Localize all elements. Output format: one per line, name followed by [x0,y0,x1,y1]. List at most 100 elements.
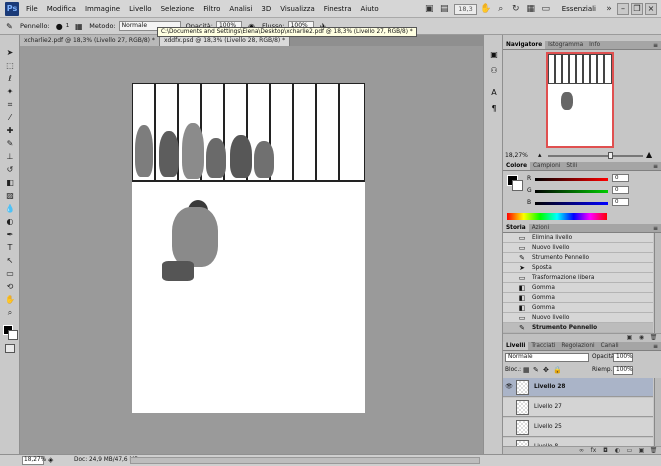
canvas-area[interactable] [20,46,483,454]
menu-immagine[interactable]: Immagine [85,5,120,13]
menu-filtro[interactable]: Filtro [203,5,220,13]
eye-icon[interactable]: 👁 [505,383,513,391]
hand-tool-icon[interactable]: ✋ [4,294,16,305]
tab-stili[interactable]: Stili [563,162,580,170]
workspace-select[interactable]: Essenziali [558,3,600,15]
tab-canali[interactable]: Canali [598,342,622,350]
tab-campioni[interactable]: Campioni [530,162,563,170]
navigator-slider-thumb[interactable] [608,152,613,159]
lock-pixels-icon[interactable]: ✎ [533,366,539,374]
history-item-current[interactable]: ✎ Strumento Pennello [503,323,653,333]
menu-analisi[interactable]: Analisi [229,5,252,13]
brush-tool-icon[interactable]: ✎ [4,138,16,149]
history-item[interactable]: ➤ Sposta [503,263,653,273]
panel-menu-icon[interactable]: ≡ [653,342,658,351]
healing-brush-icon[interactable]: ✚ [4,125,16,136]
chevron-double-icon[interactable]: » [603,3,615,15]
color-background-swatch[interactable] [512,180,523,191]
shape-tool-icon[interactable]: ▭ [4,268,16,279]
path-selection-icon[interactable]: ↖ [4,255,16,266]
history-item[interactable]: ◧ Gomma [503,303,653,313]
menu-aiuto[interactable]: Aiuto [361,5,379,13]
character-panel-icon[interactable]: A [488,87,500,99]
layers-scrollbar[interactable] [654,378,661,446]
hand-tool-icon[interactable]: ✋ [480,3,492,15]
gradient-tool-icon[interactable]: ▨ [4,190,16,201]
menu-3d[interactable]: 3D [261,5,271,13]
zoom-tool-icon[interactable]: ⌕ [4,307,16,318]
pen-tool-icon[interactable]: ✒ [4,229,16,240]
panel-menu-icon[interactable]: ≡ [653,41,658,50]
new-document-from-state-icon[interactable]: ▣ [625,334,634,342]
crop-tool-icon[interactable]: ⌗ [4,99,16,110]
clone-source-icon[interactable]: ⚇ [488,65,500,77]
red-slider[interactable] [535,178,608,181]
blue-value[interactable]: 0 [612,198,629,206]
status-doc-size[interactable]: Doc: 24,9 MB/47,6 MB [74,457,138,463]
menu-file[interactable]: File [26,5,38,13]
layer-row[interactable]: Livello 25 [503,418,653,437]
zoom-in-icon[interactable]: ▲ [646,150,652,159]
zoom-out-icon[interactable]: ▴ [538,151,542,159]
eye-hidden-icon[interactable] [505,423,513,431]
history-item[interactable]: ▭ Elimina livello [503,233,653,243]
menu-finestra[interactable]: Finestra [324,5,352,13]
tab-storia[interactable]: Storia [503,224,529,232]
new-snapshot-icon[interactable]: ◉ [637,334,646,342]
tab-istogramma[interactable]: Istogramma [545,41,586,49]
layer-opacity-field[interactable]: 100% [613,353,633,362]
lock-position-icon[interactable]: ✥ [543,366,549,374]
history-item[interactable]: ▭ Nuovo livello [503,243,653,253]
clone-stamp-icon[interactable]: ⊥ [4,151,16,162]
delete-icon[interactable]: 🗑 [649,334,658,342]
menu-visualizza[interactable]: Visualizza [280,5,314,13]
bridge-icon[interactable]: ▣ [423,3,435,15]
quick-selection-icon[interactable]: ✦ [4,86,16,97]
marquee-tool-icon[interactable]: ⬚ [4,60,16,71]
history-item[interactable]: ◧ Gomma [503,293,653,303]
menu-selezione[interactable]: Selezione [161,5,195,13]
background-color-swatch[interactable] [8,330,18,340]
layer-row[interactable]: Livello 27 [503,398,653,417]
tab-xcharlie2[interactable]: xcharlie2.pdf @ 18,3% (Livello 27, RGB/8… [20,35,160,46]
navigator-preview[interactable] [546,52,614,148]
horizontal-scrollbar[interactable] [130,457,480,464]
dodge-tool-icon[interactable]: ◐ [4,216,16,227]
zoom-tool-icon[interactable]: ⌕ [495,3,507,15]
tab-livelli[interactable]: Livelli [503,342,529,350]
menu-modifica[interactable]: Modifica [47,5,76,13]
red-value[interactable]: 0 [612,174,629,182]
brush-panel-icon[interactable]: ▦ [73,21,84,32]
mini-bridge-dock-icon[interactable]: ▣ [488,49,500,61]
green-value[interactable]: 0 [612,186,629,194]
type-tool-icon[interactable]: T [4,242,16,253]
tab-tracciati[interactable]: Tracciati [528,342,558,350]
zoom-level-field[interactable]: 18,3 [454,3,477,15]
eye-hidden-icon[interactable] [505,403,513,411]
panel-menu-icon[interactable]: ≡ [653,224,658,233]
history-scrollbar[interactable] [654,233,661,333]
tab-regolazioni[interactable]: Regolazioni [558,342,597,350]
history-brush-icon[interactable]: ↺ [4,164,16,175]
blur-tool-icon[interactable]: 💧 [4,203,16,214]
navigator-zoom-slider[interactable] [548,155,643,157]
history-item[interactable]: ▭ Nuovo livello [503,313,653,323]
status-zoom-field[interactable]: 18,27% [22,456,46,465]
tab-azioni[interactable]: Azioni [529,224,552,232]
3d-rotate-icon[interactable]: ⟲ [4,281,16,292]
panel-menu-icon[interactable]: ≡ [653,162,658,171]
arrange-documents-icon[interactable]: ▦ [525,3,537,15]
screen-mode-icon[interactable]: ▭ [540,3,552,15]
history-item[interactable]: ◧ Gomma [503,283,653,293]
paragraph-panel-icon[interactable]: ¶ [488,103,500,115]
rotate-view-icon[interactable]: ↻ [510,3,522,15]
blue-slider[interactable] [535,202,608,205]
minimize-button[interactable]: – [617,3,629,15]
restore-button[interactable]: ❐ [631,3,643,15]
tab-info[interactable]: Info [586,41,603,49]
move-tool-icon[interactable]: ➤ [4,47,16,58]
tool-preset-icon[interactable]: ✎ [4,21,15,32]
fill-field[interactable]: 100% [613,366,633,375]
mini-bridge-icon[interactable]: ▤ [438,3,450,15]
tab-colore[interactable]: Colore [503,162,530,170]
